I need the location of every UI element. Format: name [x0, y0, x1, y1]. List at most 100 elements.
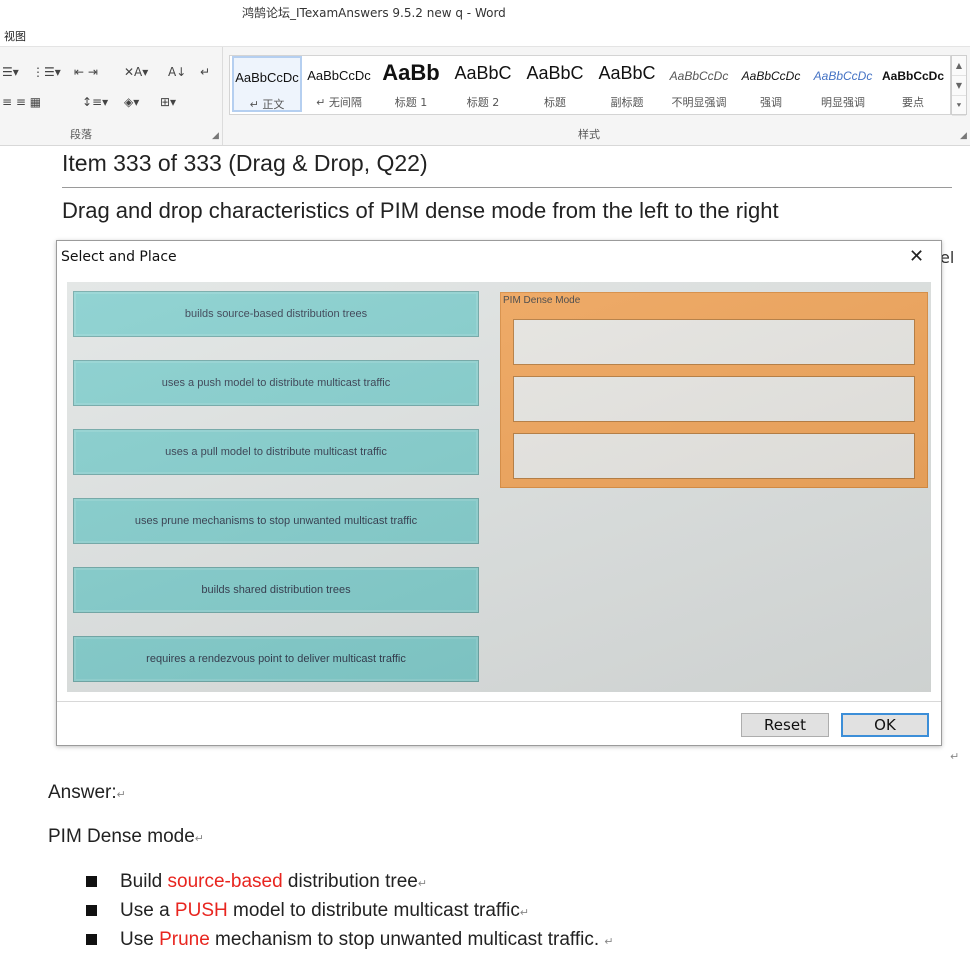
drag-item-pull-model[interactable]: uses a pull model to distribute multicas… [73, 429, 479, 475]
dialog-footer-divider [57, 701, 941, 702]
align-icon[interactable]: ≡ ≡ ▦ [2, 95, 41, 109]
close-icon[interactable]: ✕ [909, 246, 924, 267]
bullet-post: distribution tree [282, 871, 418, 892]
bullet-highlight: PUSH [174, 900, 228, 921]
bullet-pre: Build [120, 871, 168, 892]
paragraph-group-label: 段落 [70, 128, 92, 141]
bullet-square-icon [86, 905, 97, 916]
ribbon: ☰▾ ⋮☰▾ ⇤ ⇥ ✕A▾ A↓ ↵ ≡ ≡ ▦ ↕≡▾ ◈▾ ⊞▾ 段落 ◢… [0, 47, 970, 146]
drop-slot-1[interactable] [513, 319, 915, 365]
bullet-post: mechanism to stop unwanted multicast tra… [209, 929, 605, 950]
title-bar: 鸿鹄论坛_ITexamAnswers 9.5.2 new q - Word [0, 0, 970, 24]
style-preview: AaBbC [598, 63, 656, 83]
ok-button[interactable]: OK [841, 713, 929, 737]
bullet-pre: Use a [120, 900, 175, 921]
style-preview: AaBbC [526, 63, 584, 83]
drag-item-push-model[interactable]: uses a push model to distribute multicas… [73, 360, 479, 406]
indent-icon[interactable]: ⇤ ⇥ [74, 65, 98, 79]
item-title: Item 333 of 333 (Drag & Drop, Q22) [62, 150, 428, 176]
show-marks-icon[interactable]: ↵ [200, 65, 210, 79]
style-preview: AaBbCcDc [741, 69, 801, 83]
style-normal[interactable]: AaBbCcDc ↵ 正文 [232, 56, 302, 112]
drop-slot-3[interactable] [513, 433, 915, 479]
style-preview: AaBbCcDc [881, 69, 944, 83]
drag-item-shared-trees[interactable]: builds shared distribution trees [73, 567, 479, 613]
instruction-text: Drag and drop characteristics of PIM den… [62, 198, 779, 223]
paragraph-mark: ↵ [519, 907, 530, 919]
background-button-text: el [940, 248, 955, 267]
style-name: 要点 [902, 96, 924, 109]
drop-panel-header: PIM Dense Mode [503, 295, 581, 306]
reset-button[interactable]: Reset [741, 713, 829, 737]
drag-item-prune[interactable]: uses prune mechanisms to stop unwanted m… [73, 498, 479, 544]
window-title: 鸿鹄论坛_ITexamAnswers 9.5.2 new q - Word [242, 6, 506, 20]
answer-heading-text: PIM Dense mode [48, 826, 195, 847]
style-preview: AaBbCcDc [813, 69, 873, 83]
paragraph-launcher-icon[interactable]: ◢ [212, 131, 219, 141]
paragraph-group: ☰▾ ⋮☰▾ ⇤ ⇥ ✕A▾ A↓ ↵ ≡ ≡ ▦ ↕≡▾ ◈▾ ⊞▾ 段落 ◢ [0, 47, 223, 145]
drag-item-source-trees[interactable]: builds source-based distribution trees [73, 291, 479, 337]
menu-bar: 视图 [0, 24, 970, 47]
style-name: 标题 1 [394, 96, 428, 109]
dialog-title: Select and Place [61, 249, 177, 265]
bullet-highlight: Prune [159, 929, 210, 950]
sort-icon[interactable]: A↓ [168, 65, 186, 79]
paragraph-mark: ↵ [950, 750, 960, 763]
chinese-layout-icon[interactable]: ✕A▾ [124, 65, 148, 79]
menu-view[interactable]: 视图 [4, 28, 26, 44]
style-emphasis[interactable]: AaBbCcDc 强调 [736, 56, 806, 112]
bullet-square-icon [86, 876, 97, 887]
style-heading-1[interactable]: AaBb 标题 1 [376, 56, 446, 112]
styles-gallery: AaBbCcDc ↵ 正文 AaBbCcDc ↵ 无间隔 AaBb 标题 1 A… [229, 55, 951, 115]
style-preview: AaBbCcDc [235, 70, 299, 85]
drag-drop-area: builds source-based distribution trees u… [67, 282, 931, 692]
divider [62, 187, 952, 188]
paragraph-mark: ↵ [604, 936, 614, 948]
bullet-text: Use Prune mechanism to stop unwanted mul… [120, 929, 614, 951]
borders-icon[interactable]: ⊞▾ [160, 95, 176, 109]
style-name: 标题 2 [466, 96, 500, 109]
drop-slot-2[interactable] [513, 376, 915, 422]
style-name: ↵ 正文 [249, 98, 285, 111]
answer-heading: PIM Dense mode↵ [48, 826, 204, 848]
style-preview: AaBbC [454, 63, 512, 83]
style-subtle-emphasis[interactable]: AaBbCcDc 不明显强调 [664, 56, 734, 112]
bullet-highlight: source-based [167, 871, 283, 892]
expand-gallery-icon[interactable]: ⯆ [952, 96, 966, 116]
chevron-up-icon[interactable]: ▲ [952, 56, 966, 76]
paragraph-mark: ↵ [417, 878, 428, 890]
drop-panel-pim-dense: PIM Dense Mode [500, 292, 928, 488]
bullet-text: Use a PUSH model to distribute multicast… [120, 900, 529, 922]
style-heading-2[interactable]: AaBbC 标题 2 [448, 56, 518, 112]
style-preview: AaBbCcDc [669, 69, 729, 83]
style-no-spacing[interactable]: AaBbCcDc ↵ 无间隔 [304, 56, 374, 112]
chevron-down-icon[interactable]: ▼ [952, 76, 966, 96]
style-strong[interactable]: AaBbCcDc 要点 [878, 56, 948, 112]
bullet-pre: Use [120, 929, 160, 950]
style-name: 不明显强调 [671, 96, 727, 109]
styles-scroll[interactable]: ▲ ▼ ⯆ [951, 55, 967, 116]
paragraph-mark: ↵ [116, 789, 126, 801]
answer-label: Answer:↵ [48, 782, 126, 804]
answer-label-text: Answer: [48, 782, 117, 803]
style-preview: AaBb [382, 60, 440, 85]
style-intense-emphasis[interactable]: AaBbCcDc 明显强调 [808, 56, 878, 112]
bullet-list-icon[interactable]: ☰▾ [2, 65, 19, 79]
paragraph-mark: ↵ [194, 833, 205, 845]
style-title[interactable]: AaBbC 标题 [520, 56, 590, 112]
style-name: 明显强调 [821, 96, 865, 109]
style-subtitle[interactable]: AaBbC 副标题 [592, 56, 662, 112]
style-preview: AaBbCcDc [307, 68, 371, 83]
numbered-list-icon[interactable]: ⋮☰▾ [32, 65, 61, 79]
select-and-place-dialog: Select and Place ✕ builds source-based d… [56, 240, 942, 746]
style-name: 副标题 [610, 96, 644, 109]
line-spacing-icon[interactable]: ↕≡▾ [82, 95, 108, 109]
bullet-post: model to distribute multicast traffic [227, 900, 520, 921]
styles-group-label: 样式 [578, 128, 600, 141]
shading-icon[interactable]: ◈▾ [124, 95, 139, 109]
style-name: 强调 [760, 96, 782, 109]
drag-item-rendezvous-point[interactable]: requires a rendezvous point to deliver m… [73, 636, 479, 682]
bullet-text: Build source-based distribution tree↵ [120, 871, 427, 893]
styles-launcher-icon[interactable]: ◢ [960, 131, 967, 141]
style-name: 标题 [544, 96, 566, 109]
